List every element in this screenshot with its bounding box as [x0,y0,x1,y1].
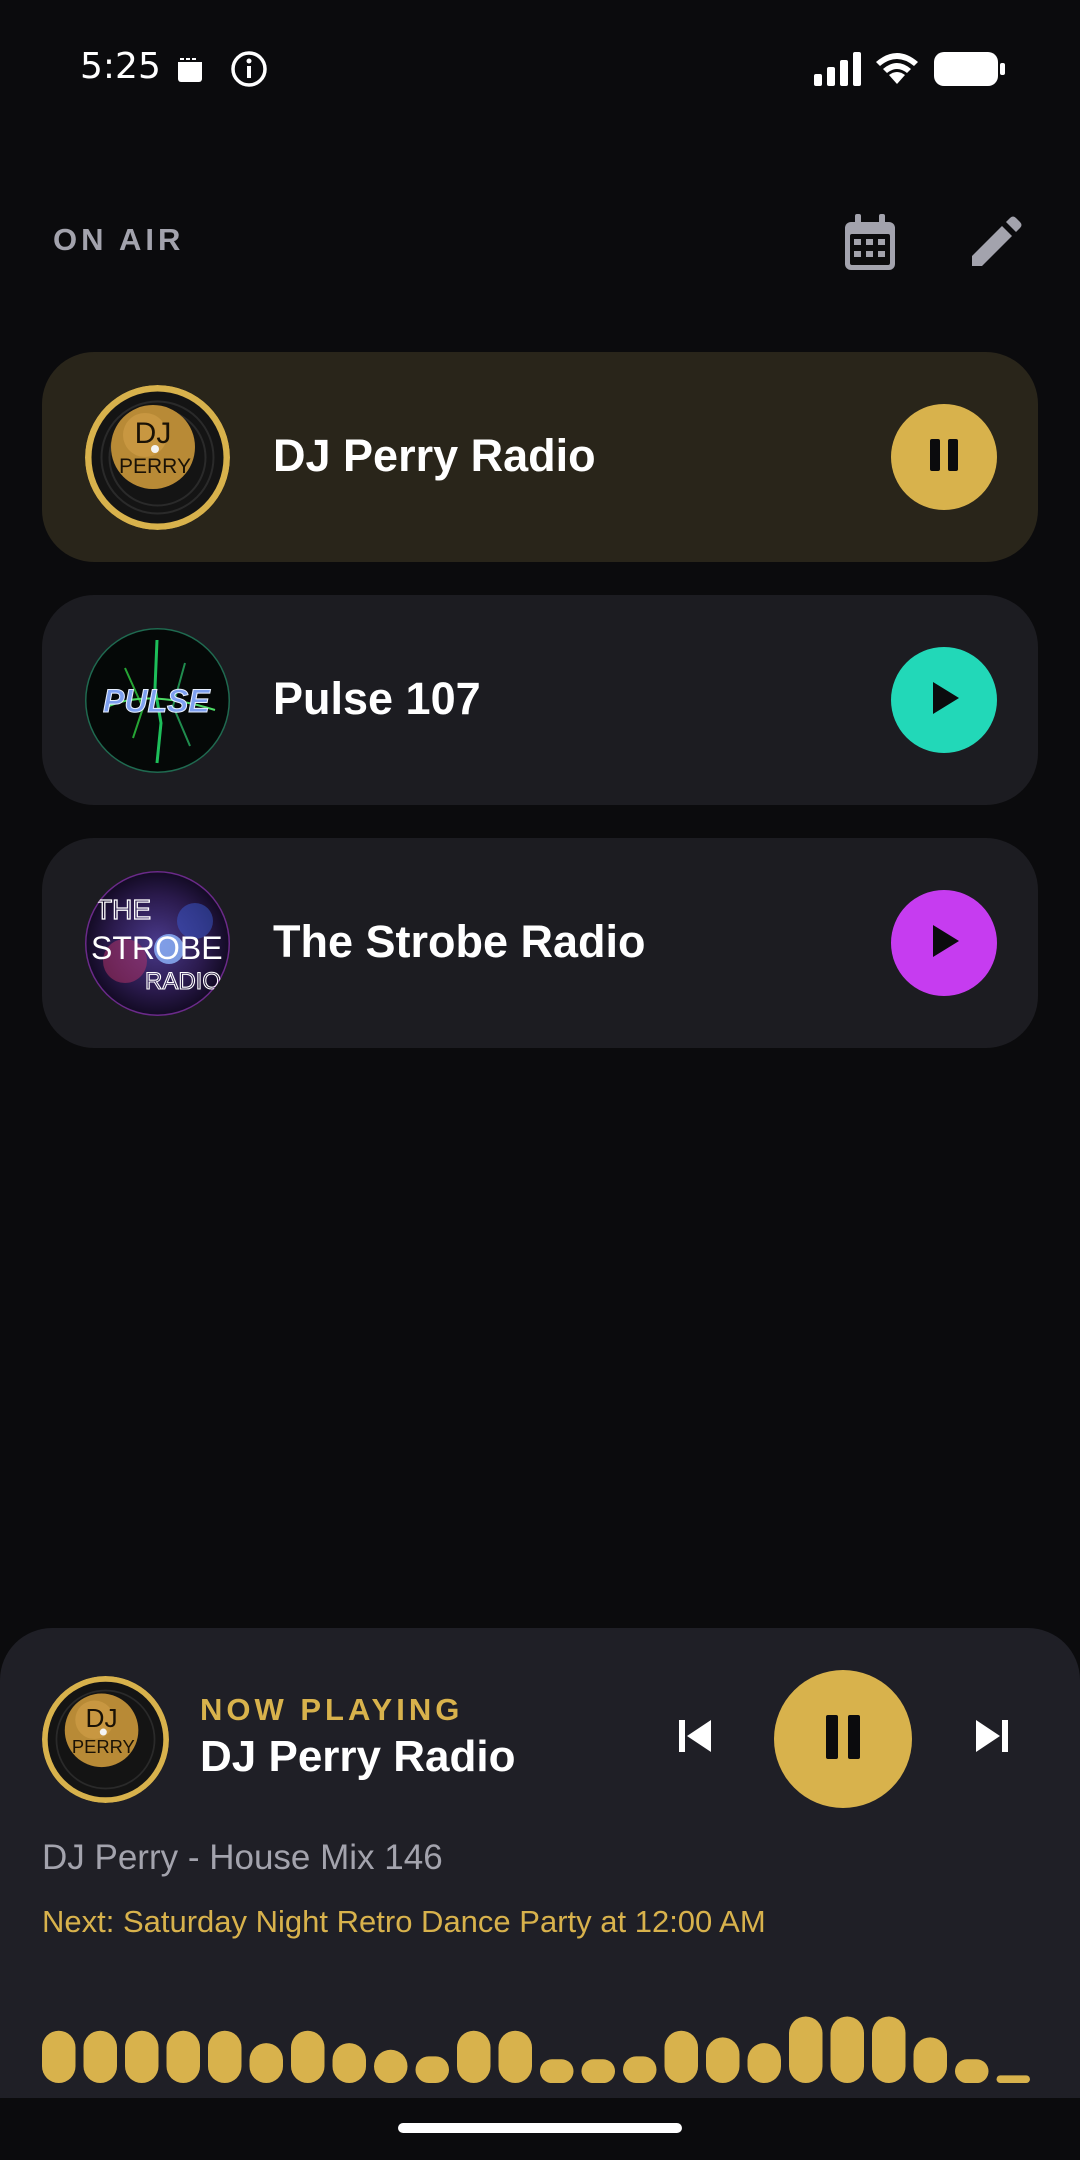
visualizer-bar [291,2030,325,2083]
signal-icon [814,52,862,91]
wifi-icon [874,50,920,91]
svg-text:RADIO: RADIO [145,968,221,995]
station-name: The Strobe Radio [273,916,646,967]
visualizer-bar [540,2059,574,2083]
visualizer-bars [42,2016,1030,2083]
station-card-dj-perry-radio[interactable]: DJ PERRY DJ Perry Radio [42,352,1038,562]
visualizer-bar [208,2030,242,2083]
station-logo-dj-perry: DJ PERRY [85,385,230,530]
pause-icon [822,1713,864,1766]
visualizer-bar [955,2059,989,2083]
station-logo-pulse: PULSE [85,628,230,773]
radio-app-screen: 5:25 ON AIR DJ PERRY DJ Perry Radio PULS… [0,0,1080,2160]
visualizer-bar [913,2037,947,2083]
schedule-button[interactable] [830,205,910,285]
skip-next-button[interactable] [957,1688,1027,1788]
visualizer-bar [706,2037,740,2083]
now-playing-label: NOW PLAYING [200,1692,464,1727]
status-bar: 5:25 [0,0,1080,140]
station-play-button[interactable] [891,890,997,996]
visualizer-bar [457,2030,491,2083]
sim-card-icon [176,54,204,89]
station-pause-button[interactable] [891,404,997,510]
svg-text:PULSE: PULSE [103,683,211,719]
next-show: Next: Saturday Night Retro Dance Party a… [42,1904,766,1939]
svg-text:PERRY: PERRY [72,1736,135,1757]
audio-visualizer [42,1988,1038,2083]
visualizer-bar [415,2056,449,2083]
skip-previous-button[interactable] [660,1688,730,1788]
now-playing-panel: DJ PERRY NOW PLAYING DJ Perry Radio DJ P… [0,1628,1080,2098]
svg-text:STROBE: STROBE [91,930,223,966]
pause-icon [927,437,961,478]
visualizer-bar [374,2049,408,2083]
station-name: DJ Perry Radio [273,430,596,481]
svg-text:DJ: DJ [86,1703,118,1733]
station-name: Pulse 107 [273,673,481,724]
visualizer-bar [332,2043,366,2083]
calendar-icon [843,213,897,277]
visualizer-bar [125,2030,159,2083]
play-icon [927,680,961,721]
status-time: 5:25 [80,46,161,87]
svg-text:DJ: DJ [135,417,172,450]
station-card-the-strobe-radio[interactable]: THE STROBE RADIO The Strobe Radio [42,838,1038,1048]
edit-button[interactable] [955,205,1035,285]
now-playing-track: DJ Perry - House Mix 146 [42,1838,443,1877]
visualizer-bar [42,2030,76,2083]
pencil-icon [968,216,1022,275]
visualizer-bar [623,2056,657,2083]
svg-text:THE: THE [95,894,151,925]
now-playing-pause-button[interactable] [774,1670,912,1808]
info-icon [230,50,268,93]
visualizer-bar [249,2043,283,2083]
station-card-pulse-107[interactable]: PULSE Pulse 107 [42,595,1038,805]
visualizer-bar [996,2075,1030,2083]
visualizer-bar [664,2030,698,2083]
station-logo-strobe: THE STROBE RADIO [85,871,230,1016]
visualizer-bar [498,2030,532,2083]
page-title: ON AIR [53,222,185,257]
play-icon [927,923,961,964]
now-playing-station: DJ Perry Radio [200,1732,516,1781]
skip-next-icon [972,1716,1012,1761]
visualizer-bar [747,2043,781,2083]
visualizer-bar [83,2030,117,2083]
now-playing-logo: DJ PERRY [42,1676,169,1803]
station-play-button[interactable] [891,647,997,753]
home-indicator[interactable] [398,2123,682,2133]
visualizer-bar [872,2016,906,2083]
visualizer-bar [581,2059,615,2083]
svg-text:PERRY: PERRY [119,455,191,478]
skip-previous-icon [675,1716,715,1761]
visualizer-bar [789,2016,823,2083]
visualizer-bar [166,2030,200,2083]
visualizer-bar [830,2016,864,2083]
battery-icon [934,52,1006,91]
